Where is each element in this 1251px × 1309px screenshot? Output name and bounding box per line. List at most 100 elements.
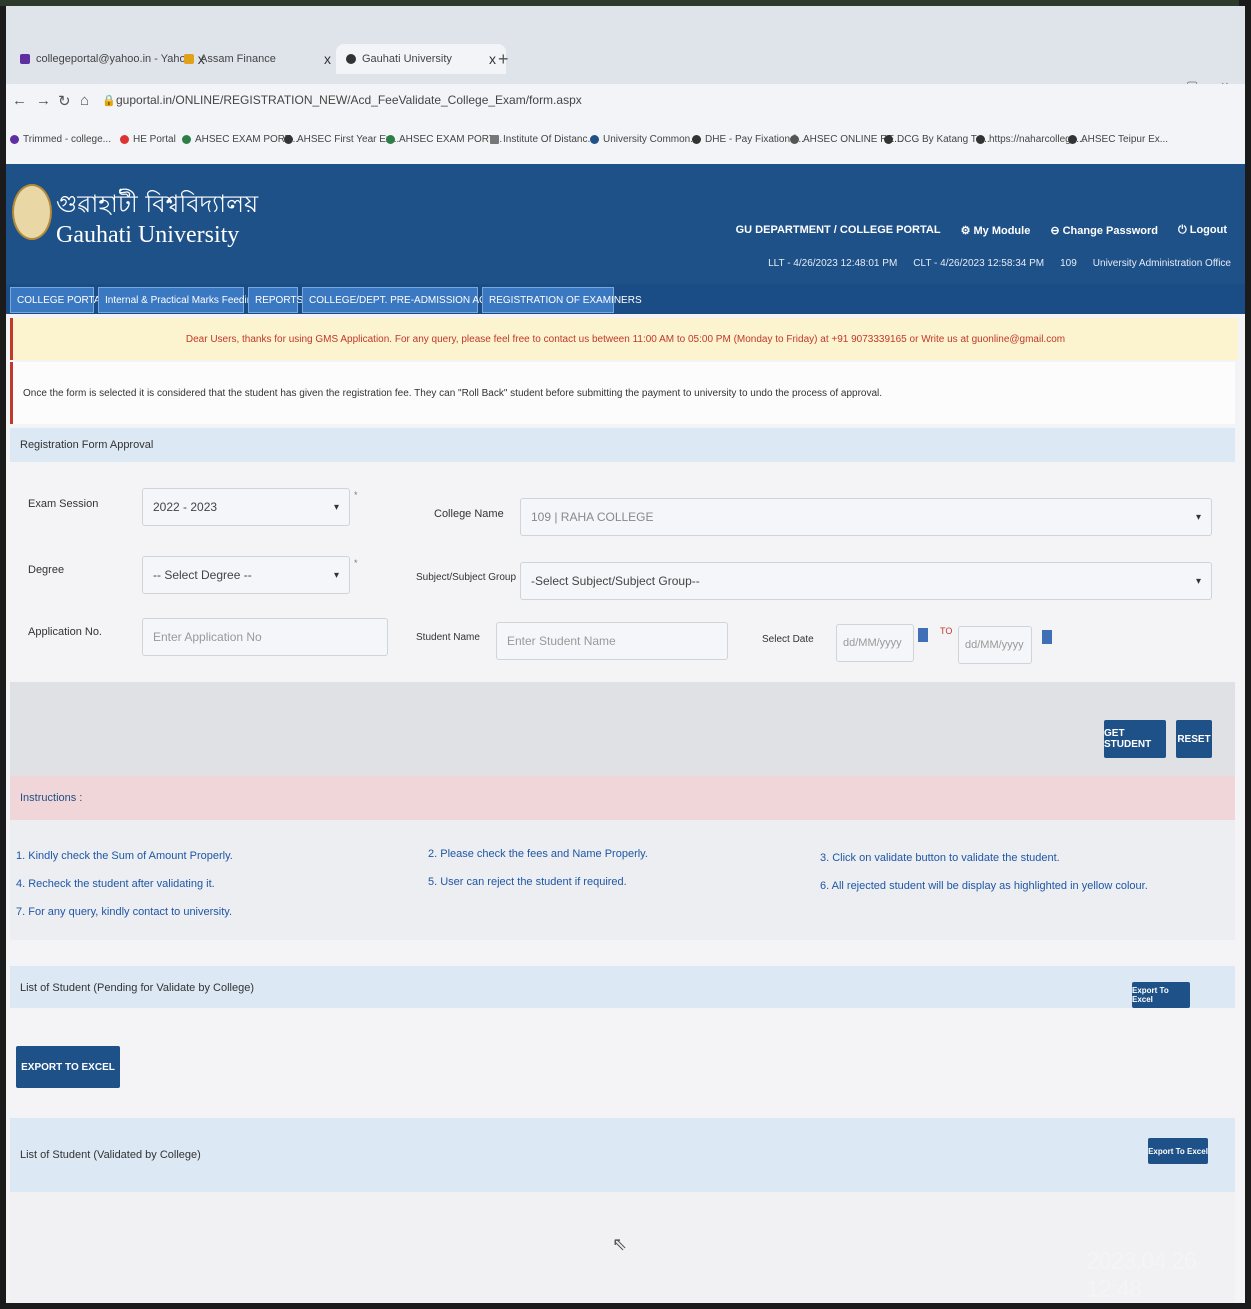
tab-label: Gauhati University xyxy=(362,53,452,65)
bookmark-item[interactable]: AHSEC EXAM PORT... xyxy=(386,134,502,145)
college-portal-link[interactable]: GU DEPARTMENT / COLLEGE PORTAL xyxy=(736,224,941,237)
instruction-item: 3. Click on validate button to validate … xyxy=(820,852,1060,864)
menu-college-portal[interactable]: COLLEGE PORTAL xyxy=(10,287,106,313)
chevron-down-icon: ▾ xyxy=(333,569,339,581)
export-to-excel-button[interactable]: EXPORT TO EXCEL xyxy=(16,1046,120,1088)
bookmark-item[interactable]: University Common... xyxy=(590,134,699,145)
new-tab-button[interactable]: + xyxy=(498,49,509,70)
main-menu: COLLEGE PORTAL Internal & Practical Mark… xyxy=(6,284,1245,314)
module-icon: ⚙ xyxy=(960,225,974,237)
user-id: 109 xyxy=(1060,258,1077,269)
bookmark-icon xyxy=(976,135,985,144)
date-to-placeholder: dd/MM/yyyy xyxy=(965,639,1024,651)
current-login-time: CLT - 4/26/2023 12:58:34 PM xyxy=(913,258,1045,269)
college-name-select[interactable]: 109 | RAHA COLLEGE ▾ xyxy=(520,498,1212,536)
student-name-label: Student Name xyxy=(416,632,480,643)
pending-list-header: List of Student (Pending for Validate by… xyxy=(10,966,1235,1010)
bookmark-label: AHSEC EXAM PORT... xyxy=(195,134,299,145)
reload-icon[interactable]: ↻ xyxy=(58,92,71,110)
chevron-down-icon: ▾ xyxy=(1195,575,1201,587)
required-mark: * xyxy=(354,558,358,568)
menu-pre-admission[interactable]: COLLEGE/DEPT. PRE-ADMISSION ACTIVITY xyxy=(302,287,517,313)
logout-label: Logout xyxy=(1189,224,1227,236)
instruction-item: 1. Kindly check the Sum of Amount Proper… xyxy=(16,850,233,862)
bookmark-item[interactable]: AHSEC First Year Ex... xyxy=(284,134,399,145)
chevron-down-icon: ▾ xyxy=(1195,511,1201,523)
bookmark-item[interactable]: DCG By Katang Te... xyxy=(884,134,990,145)
url-input[interactable]: guportal.in/ONLINE/REGISTRATION_NEW/Acd_… xyxy=(116,93,582,107)
subject-value: -Select Subject/Subject Group-- xyxy=(531,574,700,588)
application-no-input[interactable]: Enter Application No xyxy=(142,618,388,656)
browser-tab-gauhati[interactable]: Gauhati University x xyxy=(336,44,506,74)
address-bar: ← → ↻ ⌂ 🔒 guportal.in/ONLINE/REGISTRATIO… xyxy=(6,84,1245,120)
calendar-icon[interactable] xyxy=(918,628,928,642)
back-arrow-icon[interactable]: ← xyxy=(12,92,27,109)
rollback-note: Once the form is selected it is consider… xyxy=(10,362,1235,424)
bookmark-item[interactable]: DHE - Pay Fixation f... xyxy=(692,134,804,145)
bookmark-icon xyxy=(790,135,799,144)
lock-icon[interactable]: 🔒 xyxy=(102,94,116,107)
validated-export-excel-button[interactable]: Export To Excel xyxy=(1148,1138,1208,1164)
mouse-cursor-icon: ⇖ xyxy=(612,1234,628,1254)
notice-banner: Dear Users, thanks for using GMS Applica… xyxy=(10,318,1238,360)
menu-internal-practical[interactable]: Internal & Practical Marks Feeding xyxy=(98,287,258,313)
bookmark-item[interactable]: Institute Of Distanc... xyxy=(490,134,596,145)
my-module-link[interactable]: ⚙ My Module xyxy=(961,224,1031,237)
bookmark-item[interactable]: Trimmed - college... xyxy=(10,134,111,145)
validated-list-title: List of Student (Validated by College) xyxy=(20,1149,201,1161)
yahoo-mail-icon xyxy=(20,54,30,64)
menu-reports[interactable]: REPORTS xyxy=(248,287,303,313)
header-links: GU DEPARTMENT / COLLEGE PORTAL ⚙ My Modu… xyxy=(736,224,1227,237)
date-from-input[interactable]: dd/MM/yyyy xyxy=(836,624,914,662)
bookmark-item[interactable]: AHSEC Teipur Ex... xyxy=(1068,134,1168,145)
close-tab-icon[interactable]: x xyxy=(324,51,331,67)
calendar-icon[interactable] xyxy=(1042,630,1052,644)
bookmark-label: University Common... xyxy=(603,134,699,145)
bookmark-label: Institute Of Distanc... xyxy=(503,134,596,145)
date-to-input[interactable]: dd/MM/yyyy xyxy=(958,626,1032,664)
forward-arrow-icon[interactable]: → xyxy=(36,92,51,109)
bookmark-icon xyxy=(884,135,893,144)
bookmark-icon xyxy=(182,135,191,144)
photo-timestamp: 2023.04.26 12:48 xyxy=(1086,1248,1197,1303)
subject-label: Subject/Subject Group xyxy=(416,572,517,583)
bookmark-item[interactable]: HE Portal xyxy=(120,134,176,145)
get-student-button[interactable]: GET STUDENT xyxy=(1104,720,1166,758)
browser-tab-assam-finance[interactable]: Assam Finance xyxy=(174,44,286,74)
logout-link[interactable]: ⏻ Logout xyxy=(1178,224,1227,237)
pending-list-body: EXPORT TO EXCEL xyxy=(10,1008,1235,1118)
bookmark-item[interactable]: AHSEC EXAM PORT... xyxy=(182,134,298,145)
site-header: গুৱাহাটী বিশ্ববিদ্যালয় Gauhati Universi… xyxy=(6,164,1245,284)
spacer xyxy=(10,940,1235,966)
gauhati-favicon-icon xyxy=(346,54,356,64)
menu-registration-examiners[interactable]: REGISTRATION OF EXAMINERS xyxy=(482,287,642,313)
college-name-value: 109 | RAHA COLLEGE xyxy=(531,510,654,524)
university-name-english: Gauhati University xyxy=(56,222,240,248)
bookmark-icon xyxy=(386,135,395,144)
chevron-down-icon: ▾ xyxy=(333,501,339,513)
bookmark-icon xyxy=(284,135,293,144)
my-module-label: My Module xyxy=(973,225,1031,237)
reset-button[interactable]: RESET xyxy=(1176,720,1212,758)
select-date-label: Select Date xyxy=(762,634,814,645)
subject-select[interactable]: -Select Subject/Subject Group-- ▾ xyxy=(520,562,1212,600)
registration-section-header: Registration Form Approval xyxy=(10,428,1235,462)
date-from-placeholder: dd/MM/yyyy xyxy=(843,637,902,649)
bookmark-icon xyxy=(1068,135,1077,144)
close-tab-icon[interactable]: x xyxy=(489,51,496,67)
home-icon[interactable]: ⌂ xyxy=(80,92,89,109)
screen: collegeportal@yahoo.in - Yahoo x Assam F… xyxy=(6,6,1245,1303)
bookmark-icon xyxy=(490,135,499,144)
instructions-header: Instructions : xyxy=(10,776,1235,820)
student-name-input[interactable]: Enter Student Name xyxy=(496,622,728,660)
instruction-item: 2. Please check the fees and Name Proper… xyxy=(428,848,648,860)
degree-label: Degree xyxy=(28,564,65,576)
bookmark-label: AHSEC EXAM PORT... xyxy=(399,134,503,145)
degree-select[interactable]: -- Select Degree -- ▾ xyxy=(142,556,350,594)
instruction-item: 6. All rejected student will be display … xyxy=(820,880,1148,892)
exam-session-select[interactable]: 2022 - 2023 ▾ xyxy=(142,488,350,526)
pending-export-excel-button[interactable]: Export To Excel xyxy=(1132,982,1190,1008)
validated-list-header: List of Student (Validated by College) xyxy=(10,1118,1235,1192)
change-password-link[interactable]: ⊖ Change Password xyxy=(1050,224,1158,237)
date-to-label: TO xyxy=(940,626,953,636)
